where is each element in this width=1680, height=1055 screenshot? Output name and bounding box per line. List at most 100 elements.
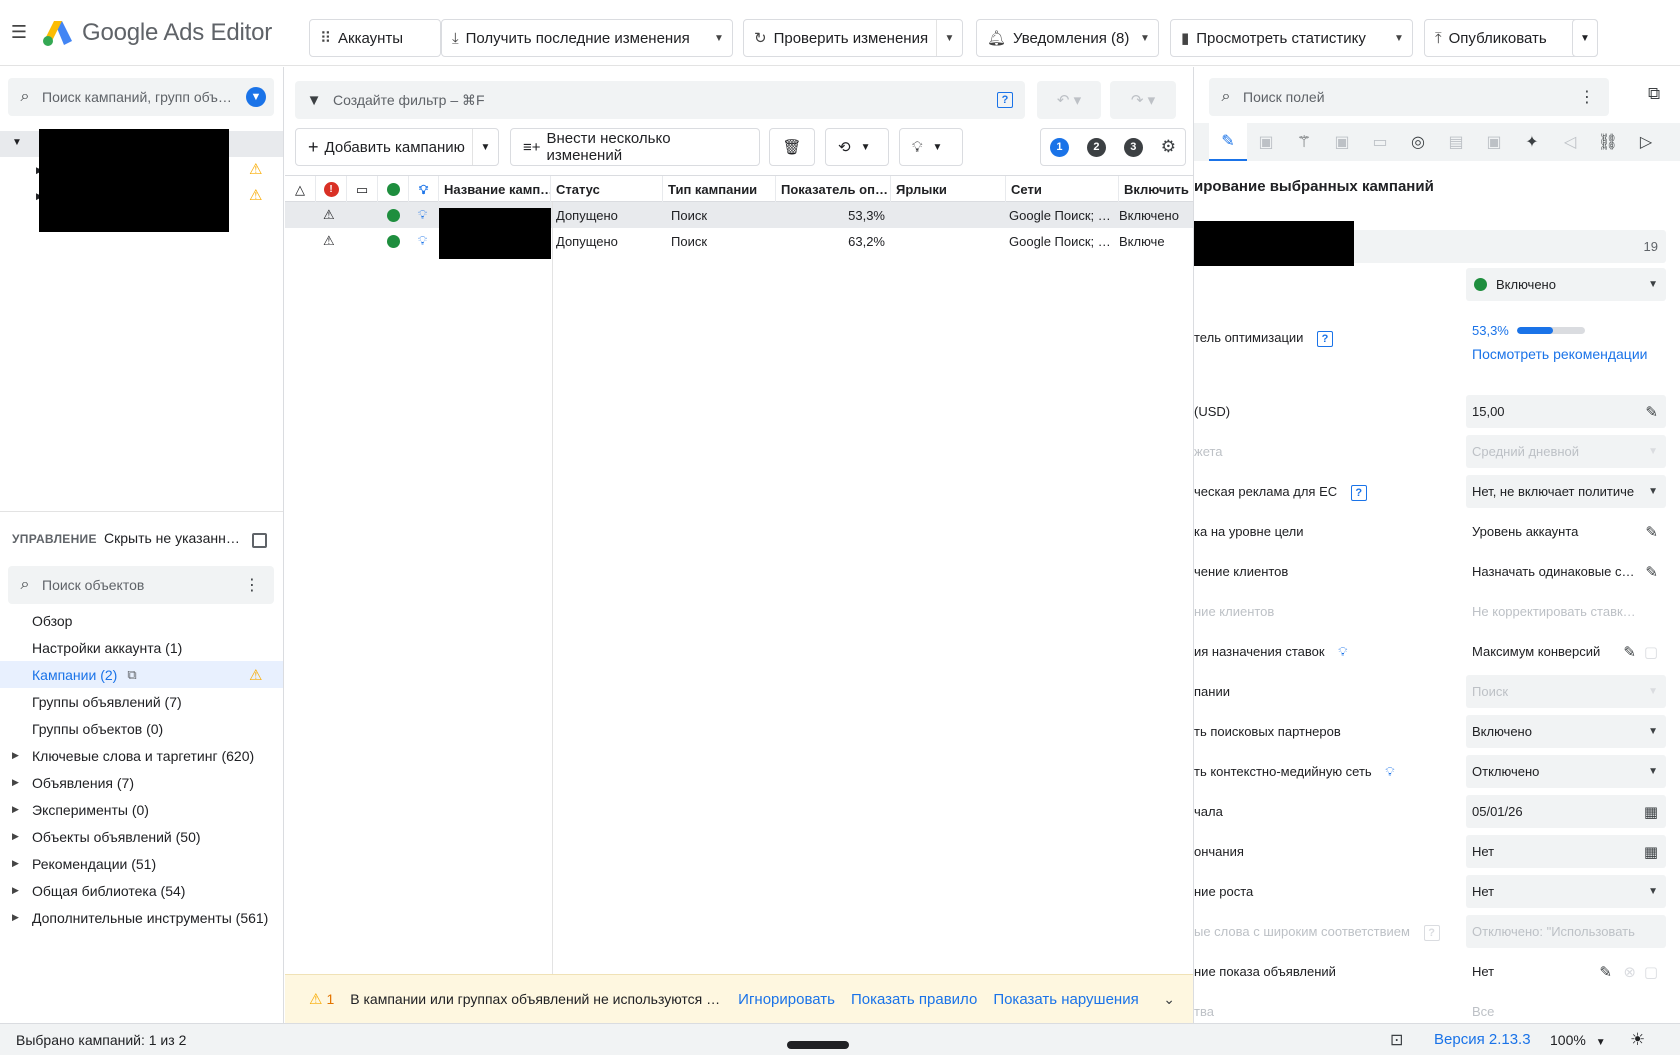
edit-pencil-icon[interactable]: ✎: [1645, 523, 1658, 541]
nav-item-experiments[interactable]: ▶ Эксперименты (0): [0, 796, 283, 823]
magic-wand-icon[interactable]: ⚚: [1285, 123, 1323, 161]
help-icon[interactable]: ?: [997, 92, 1013, 108]
goal-field[interactable]: Уровень аккаунта ✎: [1466, 515, 1666, 548]
label-icon[interactable]: ▷: [1627, 123, 1665, 161]
nav-item-recommendations[interactable]: ▶ Рекомендации (51): [0, 850, 283, 877]
edit-pencil-icon[interactable]: ✎: [1599, 963, 1612, 981]
expand-arrow-icon[interactable]: ▶: [12, 831, 19, 842]
column-status[interactable]: Статус: [551, 176, 663, 203]
theme-toggle-icon[interactable]: ☀: [1630, 1030, 1645, 1050]
step-3-button[interactable]: 3: [1123, 137, 1143, 157]
column-optimization-score[interactable]: Показатель оп…: [776, 176, 891, 203]
search-partners-select[interactable]: Включено ▼: [1466, 715, 1666, 748]
target-icon[interactable]: ◎: [1399, 123, 1437, 161]
end-date-input[interactable]: Нет ▦: [1466, 835, 1666, 868]
audio-icon[interactable]: ◁: [1551, 123, 1589, 161]
errors-column-icon[interactable]: !: [316, 176, 347, 203]
chevron-down-icon[interactable]: ▼: [1386, 20, 1412, 56]
edit-pencil-icon[interactable]: ✎: [1623, 643, 1636, 661]
warnings-column-icon[interactable]: △: [285, 176, 316, 203]
check-changes-button[interactable]: ↻ Проверить изменения ▼: [743, 19, 963, 57]
hide-unspecified-checkbox[interactable]: [252, 533, 267, 548]
expand-arrow-icon[interactable]: ▶: [12, 804, 19, 815]
calendar-icon[interactable]: ▦: [1644, 803, 1658, 821]
nav-item-campaigns[interactable]: Кампании (2) ⧉ ⚠: [0, 661, 283, 688]
nav-item-ads[interactable]: ▶ Объявления (7): [0, 769, 283, 796]
more-vert-icon[interactable]: ⋮: [244, 575, 260, 595]
nav-item-asset-groups[interactable]: Группы объектов (0): [0, 715, 283, 742]
image-asset-icon[interactable]: ▣: [1323, 123, 1361, 161]
calendar-icon[interactable]: ▦: [1644, 843, 1658, 861]
nav-item-overview[interactable]: Обзор: [0, 607, 283, 634]
chevron-down-icon[interactable]: ▼: [472, 129, 498, 165]
menu-toggle-icon[interactable]: ☰: [0, 22, 38, 43]
nav-item-account-settings[interactable]: Настройки аккаунта (1): [0, 634, 283, 661]
lightbulb-icon[interactable]: 💡︎: [418, 228, 427, 254]
settings-gear-icon[interactable]: ⚙: [1161, 137, 1176, 157]
ignore-link[interactable]: Игнорировать: [738, 991, 835, 1008]
column-campaign-name[interactable]: Название камп…: [439, 176, 551, 203]
column-networks[interactable]: Сети: [1006, 176, 1119, 203]
open-external-icon[interactable]: ⧉: [127, 667, 136, 683]
get-changes-button[interactable]: ⤓ Получить последние изменения ▼: [441, 19, 733, 57]
sparkle-icon[interactable]: ✦: [1513, 123, 1551, 161]
lightbulb-icon[interactable]: 💡︎: [1338, 644, 1347, 659]
help-icon[interactable]: ?: [1350, 485, 1367, 501]
copy-icon[interactable]: ▢: [1644, 643, 1658, 661]
camera-icon[interactable]: ▣: [1475, 123, 1513, 161]
nav-item-tools[interactable]: ▶ Дополнительные инструменты (561): [0, 904, 283, 931]
show-rule-link[interactable]: Показать правило: [851, 991, 977, 1008]
redo-button[interactable]: ↷ ▾: [1110, 81, 1176, 119]
link-icon[interactable]: ⛓: [1589, 123, 1627, 161]
nav-item-shared-library[interactable]: ▶ Общая библиотека (54): [0, 877, 283, 904]
notifications-button[interactable]: 🔔︎ Уведомления (8) ▼: [976, 19, 1159, 57]
open-in-new-icon[interactable]: ⧉: [1648, 84, 1660, 104]
edit-pencil-icon[interactable]: ✎: [1645, 403, 1658, 421]
filter-icon[interactable]: ▼: [246, 87, 266, 107]
accounts-button[interactable]: ⠿ Аккаунты: [309, 19, 441, 57]
undo-button[interactable]: ↶ ▾: [1037, 81, 1101, 119]
table-icon[interactable]: ▤: [1437, 123, 1475, 161]
start-date-input[interactable]: 05/01/26 ▦: [1466, 795, 1666, 828]
nav-item-ad-groups[interactable]: Группы объявлений (7): [0, 688, 283, 715]
publish-dropdown[interactable]: ▼: [1572, 19, 1598, 57]
help-icon[interactable]: ?: [1317, 331, 1334, 347]
display-network-select[interactable]: Отключено ▼: [1466, 755, 1666, 788]
budget-input[interactable]: 15,00 ✎: [1466, 395, 1666, 428]
filter-input[interactable]: ▼ Создайте фильтр – ⌘F ?: [295, 81, 1025, 119]
bulk-changes-button[interactable]: ≡+ Внести несколько изменений: [510, 128, 760, 166]
bidding-field[interactable]: Максимум конверсий ✎ ▢: [1466, 635, 1666, 668]
field-search-input[interactable]: ⌕ Поиск полей ⋮: [1209, 78, 1609, 116]
table-row[interactable]: ⚠ 💡︎ Допущено Поиск 63,2% Google Поиск; …: [285, 228, 1193, 254]
image-icon[interactable]: ▣: [1247, 123, 1285, 161]
nav-item-ad-assets[interactable]: ▶ Объекты объявлений (50): [0, 823, 283, 850]
step-2-button[interactable]: 2: [1086, 137, 1106, 157]
view-stats-button[interactable]: ▮ Просмотреть статистику ▼: [1170, 19, 1413, 57]
schedule-field[interactable]: Нет ✎ ⊗ ▢: [1466, 955, 1666, 988]
eu-political-select[interactable]: Нет, не включает политиче ▼: [1466, 475, 1666, 508]
lightbulb-icon[interactable]: 💡︎: [1385, 764, 1394, 779]
column-campaign-type[interactable]: Тип кампании: [663, 176, 776, 203]
more-vert-icon[interactable]: ⋮: [1579, 87, 1595, 107]
column-enabled[interactable]: Включить: [1119, 176, 1193, 203]
expand-arrow-icon[interactable]: ▶: [12, 750, 19, 761]
column-labels[interactable]: Ярлыки: [891, 176, 1006, 203]
expand-arrow-icon[interactable]: ▶: [12, 885, 19, 896]
customers-field[interactable]: Назначать одинаковые с… ✎: [1466, 555, 1666, 588]
lightbulb-icon[interactable]: 💡︎: [418, 202, 427, 228]
ideas-button[interactable]: 💡︎ ▼: [899, 128, 963, 166]
replace-button[interactable]: ⟲ ▼: [825, 128, 889, 166]
chevron-down-icon[interactable]: ▼: [1132, 20, 1158, 56]
expand-arrow-icon[interactable]: ▶: [12, 912, 19, 923]
status-select[interactable]: Включено ▼: [1466, 268, 1666, 301]
resize-handle[interactable]: [787, 1041, 849, 1049]
nav-item-keywords[interactable]: ▶ Ключевые слова и таргетинг (620): [0, 742, 283, 769]
feedback-icon[interactable]: ⊡: [1390, 1030, 1403, 1050]
expand-arrow-icon[interactable]: ▼: [12, 137, 22, 148]
version-link[interactable]: Версия 2.13.3: [1434, 1031, 1531, 1048]
zoom-select[interactable]: 100% ▼: [1550, 1032, 1606, 1048]
growth-select[interactable]: Нет ▼: [1466, 875, 1666, 908]
view-recommendations-link[interactable]: Посмотреть рекомендации: [1466, 337, 1666, 370]
add-campaign-button[interactable]: + Добавить кампанию ▼: [295, 128, 499, 166]
object-search-input[interactable]: ⌕ Поиск объектов ⋮: [8, 566, 274, 604]
